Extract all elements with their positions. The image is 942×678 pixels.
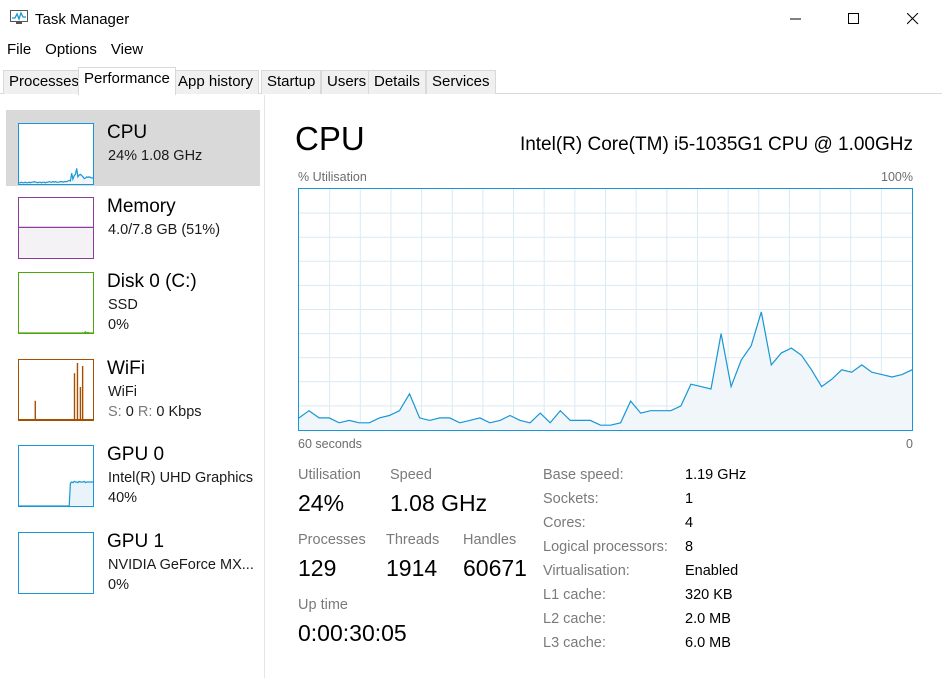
- cpu-model-name: Intel(R) Core(TM) i5-1035G1 CPU @ 1.00GH…: [519, 134, 913, 155]
- graph-x-label: 60 seconds: [298, 437, 362, 451]
- gpu0-thumbnail-graph: [18, 445, 94, 507]
- sidebar-item-title: WiFi: [107, 358, 145, 379]
- sidebar-item-detail: Intel(R) UHD Graphics: [108, 470, 254, 486]
- sidebar-item-throughput: S: 0 R: 0 Kbps: [108, 404, 202, 420]
- spec-label-sockets: Sockets:: [543, 491, 599, 507]
- spec-label-l2-cache: L2 cache:: [543, 611, 606, 627]
- utilisation-value: 24%: [298, 490, 345, 516]
- gpu0-thumbnail-chart: [19, 480, 93, 506]
- tab-app-history[interactable]: App history: [172, 70, 260, 94]
- spec-label-l1-cache: L1 cache:: [543, 587, 606, 603]
- graph-y-max-label: 100%: [881, 170, 913, 184]
- sidebar-item-cpu[interactable]: CPU 24% 1.08 GHz: [6, 110, 260, 186]
- gpu1-thumbnail-graph: [18, 532, 94, 594]
- spec-label-logical-processors: Logical processors:: [543, 539, 668, 555]
- memory-thumb-area: [19, 227, 93, 258]
- disk-thumbnail-chart: [19, 330, 93, 333]
- sidebar-item-title: GPU 1: [107, 531, 165, 552]
- spec-value-l2-cache: 2.0 MB: [685, 611, 731, 627]
- resource-sidebar: CPU 24% 1.08 GHz Memory 4.0/7.8 GB (51%)…: [0, 95, 265, 678]
- title-bar[interactable]: Task Manager: [0, 0, 942, 38]
- sidebar-item-title: GPU 0: [107, 444, 165, 465]
- gpu0-thumb-area: [19, 481, 93, 506]
- maximize-icon: [848, 13, 859, 24]
- spec-value-cores: 4: [685, 515, 694, 531]
- sidebar-item-title: CPU: [107, 122, 148, 143]
- cpu-thumbnail-graph: [18, 123, 94, 185]
- sidebar-item-detail: 24% 1.08 GHz: [108, 148, 203, 164]
- spec-value-sockets: 1: [685, 491, 694, 507]
- tab-services[interactable]: Services: [426, 70, 496, 94]
- spec-value-l3-cache: 6.0 MB: [685, 635, 731, 651]
- sidebar-item-memory[interactable]: Memory 4.0/7.8 GB (51%): [6, 186, 260, 262]
- cpu-utilisation-graph: [298, 188, 913, 431]
- receive-label: R:: [137, 404, 153, 420]
- maximize-button[interactable]: [831, 0, 877, 38]
- sidebar-item-detail-2: 0%: [108, 577, 129, 593]
- handles-value: 60671: [463, 555, 527, 581]
- tab-processes[interactable]: Processes: [3, 70, 86, 94]
- menu-options[interactable]: Options: [38, 38, 104, 64]
- speed-value: 1.08 GHz: [390, 490, 488, 516]
- gpu1-thumbnail-chart: [19, 533, 94, 594]
- spec-label-cores: Cores:: [543, 515, 586, 531]
- receive-value: 0 Kbps: [156, 404, 202, 420]
- tab-performance[interactable]: Performance: [78, 67, 176, 95]
- spec-value-base-speed: 1.19 GHz: [685, 467, 747, 483]
- sidebar-item-title: Memory: [107, 196, 176, 217]
- wifi-thumbnail-chart: [19, 363, 93, 420]
- processes-label: Processes: [298, 532, 366, 548]
- tab-users[interactable]: Users: [321, 70, 373, 94]
- menu-file[interactable]: File: [0, 38, 38, 64]
- page-title: CPU: [295, 120, 365, 157]
- spec-label-virtualisation: Virtualisation:: [543, 563, 630, 579]
- send-label: S:: [108, 404, 122, 420]
- sidebar-item-detail: WiFi: [108, 384, 137, 400]
- send-value: 0: [125, 404, 134, 420]
- sidebar-item-wifi[interactable]: WiFi WiFi S: 0 R: 0 Kbps: [6, 349, 260, 425]
- cpu-thumbnail-chart: [19, 168, 93, 184]
- close-icon: [907, 13, 919, 25]
- tab-bar: Processes Performance App history Startu…: [0, 66, 942, 95]
- uptime-label: Up time: [298, 597, 348, 613]
- graph-x-min-label: 0: [906, 437, 913, 451]
- wifi-thumbnail-graph: [18, 359, 94, 421]
- threads-label: Threads: [386, 532, 440, 548]
- sidebar-item-detail: 4.0/7.8 GB (51%): [108, 222, 221, 238]
- spec-label-l3-cache: L3 cache:: [543, 635, 606, 651]
- memory-thumbnail-graph: [18, 197, 94, 259]
- spec-value-logical-processors: 8: [685, 539, 694, 555]
- sidebar-item-title: Disk 0 (C:): [107, 271, 197, 292]
- spec-value-l1-cache: 320 KB: [685, 587, 733, 603]
- sidebar-item-gpu1[interactable]: GPU 1 NVIDIA GeForce MX... 0%: [6, 522, 260, 598]
- sidebar-item-detail: NVIDIA GeForce MX...: [108, 557, 254, 573]
- minimize-icon: [790, 18, 801, 20]
- tab-details[interactable]: Details: [368, 70, 426, 94]
- handles-label: Handles: [463, 532, 517, 548]
- disk-thumb-line: [19, 330, 93, 333]
- cpu-utilisation-chart: [299, 189, 912, 430]
- spec-value-virtualisation: Enabled: [685, 563, 739, 579]
- spec-label-base-speed: Base speed:: [543, 467, 624, 483]
- processes-value: 129: [298, 555, 337, 581]
- sidebar-item-detail-2: 0%: [108, 317, 129, 333]
- tab-startup[interactable]: Startup: [261, 70, 322, 94]
- utilisation-label: Utilisation: [298, 467, 361, 483]
- sidebar-item-gpu0[interactable]: GPU 0 Intel(R) UHD Graphics 40%: [6, 435, 260, 511]
- memory-thumbnail-chart: [19, 226, 93, 258]
- graph-y-label: % Utilisation: [298, 170, 367, 184]
- sidebar-item-detail-2: 40%: [108, 490, 138, 506]
- menu-view[interactable]: View: [104, 38, 150, 64]
- sidebar-item-disk[interactable]: Disk 0 (C:) SSD 0%: [6, 262, 260, 338]
- close-button[interactable]: [890, 0, 936, 38]
- menu-bar: File Options View: [0, 38, 150, 64]
- window-title: Task Manager: [35, 11, 130, 28]
- disk-thumbnail-graph: [18, 272, 94, 334]
- minimize-button[interactable]: [773, 0, 819, 38]
- uptime-value: 0:00:30:05: [298, 620, 407, 646]
- speed-label: Speed: [390, 467, 432, 483]
- task-manager-icon: [10, 10, 28, 25]
- threads-value: 1914: [386, 555, 438, 581]
- sidebar-item-detail: SSD: [108, 297, 138, 313]
